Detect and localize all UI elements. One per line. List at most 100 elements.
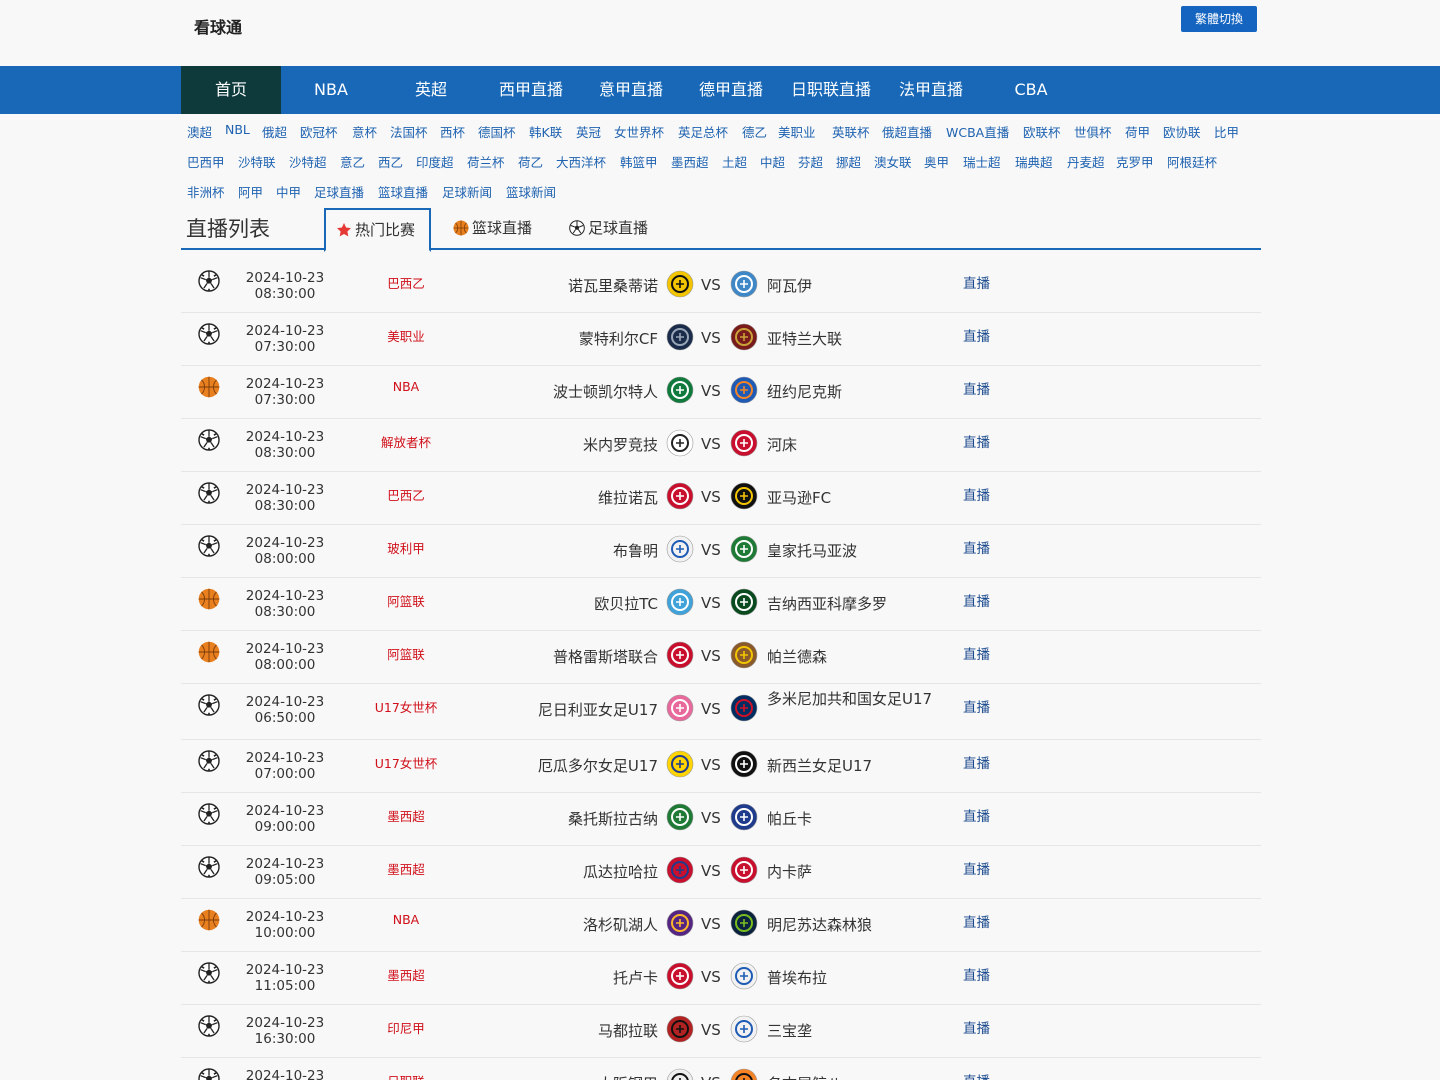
league-link[interactable]: 西乙 — [378, 152, 403, 171]
league-tag[interactable]: 日职联 — [361, 1071, 451, 1080]
league-link[interactable]: 法国杯 — [390, 122, 428, 141]
league-link[interactable]: 大西洋杯 — [556, 152, 606, 171]
league-link[interactable]: 瑞典超 — [1015, 152, 1053, 171]
league-link[interactable]: 墨西超 — [671, 152, 709, 171]
tab-basketball[interactable]: 篮球直播 — [443, 208, 532, 250]
league-tag[interactable]: U17女世杯 — [361, 697, 451, 716]
live-link[interactable]: 直播 — [963, 378, 990, 398]
live-link[interactable]: 直播 — [963, 1070, 990, 1080]
league-link[interactable]: 世俱杯 — [1074, 122, 1112, 141]
league-link[interactable]: 中甲 — [276, 182, 301, 201]
league-link[interactable]: 篮球新闻 — [506, 182, 556, 201]
league-link[interactable]: 比甲 — [1214, 122, 1239, 141]
league-link[interactable]: 瑞士超 — [963, 152, 1001, 171]
league-link[interactable]: 阿甲 — [238, 182, 263, 201]
nav-item-3[interactable]: 西甲直播 — [481, 66, 581, 114]
league-link[interactable]: 欧联杯 — [1023, 122, 1061, 141]
live-link[interactable]: 直播 — [963, 643, 990, 663]
league-link[interactable]: 俄超 — [262, 122, 287, 141]
league-link[interactable]: 意杯 — [352, 122, 377, 141]
league-link[interactable]: 印度超 — [416, 152, 454, 171]
league-tag[interactable]: 阿篮联 — [361, 591, 451, 610]
live-link[interactable]: 直播 — [963, 752, 990, 772]
league-tag[interactable]: U17女世杯 — [361, 753, 451, 772]
league-tag[interactable]: 美职业 — [361, 326, 451, 345]
live-link[interactable]: 直播 — [963, 325, 990, 345]
nav-item-5[interactable]: 德甲直播 — [681, 66, 781, 114]
league-link[interactable]: 韩篮甲 — [620, 152, 658, 171]
league-link[interactable]: 克罗甲 — [1116, 152, 1154, 171]
league-link[interactable]: 德乙 — [742, 122, 767, 141]
league-link[interactable]: 英足总杯 — [678, 122, 728, 141]
league-link[interactable]: 澳女联 — [874, 152, 912, 171]
league-link[interactable]: 德国杯 — [478, 122, 516, 141]
site-logo[interactable]: 看球通 — [194, 14, 242, 38]
league-link[interactable]: 土超 — [722, 152, 747, 171]
nav-item-0[interactable]: 首页 — [181, 66, 281, 114]
league-link[interactable]: 澳超 — [187, 122, 212, 141]
league-link[interactable]: 阿根廷杯 — [1167, 152, 1217, 171]
live-link[interactable]: 直播 — [963, 805, 990, 825]
league-link[interactable]: 足球直播 — [314, 182, 364, 201]
league-link[interactable]: 奥甲 — [924, 152, 949, 171]
league-link[interactable]: 荷甲 — [1125, 122, 1150, 141]
league-tag[interactable]: 巴西乙 — [361, 273, 451, 292]
league-link[interactable]: 丹麦超 — [1067, 152, 1105, 171]
league-link[interactable]: NBL — [225, 122, 250, 137]
traditional-chinese-toggle-button[interactable]: 繁體切換 — [1181, 6, 1257, 32]
league-link[interactable]: 西杯 — [440, 122, 465, 141]
league-link[interactable]: 荷乙 — [518, 152, 543, 171]
nav-item-2[interactable]: 英超 — [381, 66, 481, 114]
league-link[interactable]: 挪超 — [836, 152, 861, 171]
nav-item-1[interactable]: NBA — [281, 66, 381, 114]
live-link[interactable]: 直播 — [963, 484, 990, 504]
live-link[interactable]: 直播 — [963, 911, 990, 931]
league-link[interactable]: 沙特超 — [289, 152, 327, 171]
league-link[interactable]: 巴西甲 — [187, 152, 225, 171]
soccer-ball-icon — [198, 323, 220, 345]
league-link[interactable]: 意乙 — [340, 152, 365, 171]
league-link[interactable]: 美职业 — [778, 122, 816, 141]
league-tag[interactable]: 墨西超 — [361, 859, 451, 878]
live-link[interactable]: 直播 — [963, 964, 990, 984]
league-link[interactable]: 欧协联 — [1163, 122, 1201, 141]
league-tag[interactable]: 印尼甲 — [361, 1018, 451, 1037]
live-link[interactable]: 直播 — [963, 696, 990, 716]
league-link[interactable]: 英冠 — [576, 122, 601, 141]
away-team: 亚马逊FC — [767, 489, 832, 507]
league-tag[interactable]: 墨西超 — [361, 806, 451, 825]
league-link[interactable]: 沙特联 — [238, 152, 276, 171]
league-link[interactable]: 俄超直播 — [882, 122, 932, 141]
league-link[interactable]: 韩K联 — [529, 122, 562, 141]
live-link[interactable]: 直播 — [963, 590, 990, 610]
league-tag[interactable]: 巴西乙 — [361, 485, 451, 504]
league-tag[interactable]: NBA — [361, 379, 451, 394]
league-tag[interactable]: 阿篮联 — [361, 644, 451, 663]
league-link[interactable]: WCBA直播 — [946, 122, 1009, 141]
tab-hot-matches[interactable]: 热门比赛 — [324, 208, 431, 252]
league-link[interactable]: 荷兰杯 — [467, 152, 505, 171]
tab-football[interactable]: 足球直播 — [559, 208, 648, 250]
league-link[interactable]: 芬超 — [798, 152, 823, 171]
live-link[interactable]: 直播 — [963, 537, 990, 557]
league-tag[interactable]: NBA — [361, 912, 451, 927]
live-link[interactable]: 直播 — [963, 858, 990, 878]
league-link[interactable]: 篮球直播 — [378, 182, 428, 201]
live-link[interactable]: 直播 — [963, 431, 990, 451]
league-tag[interactable]: 墨西超 — [361, 965, 451, 984]
league-tag[interactable]: 解放者杯 — [361, 432, 451, 451]
live-link[interactable]: 直播 — [963, 1017, 990, 1037]
league-link[interactable]: 中超 — [760, 152, 785, 171]
nav-item-4[interactable]: 意甲直播 — [581, 66, 681, 114]
live-link[interactable]: 直播 — [963, 272, 990, 292]
nav-item-8[interactable]: CBA — [981, 66, 1081, 114]
league-link[interactable]: 女世界杯 — [614, 122, 664, 141]
away-team: 皇家托马亚波 — [767, 542, 858, 560]
league-tag[interactable]: 玻利甲 — [361, 538, 451, 557]
league-link[interactable]: 英联杯 — [832, 122, 870, 141]
league-link[interactable]: 欧冠杯 — [300, 122, 338, 141]
nav-item-7[interactable]: 法甲直播 — [881, 66, 981, 114]
league-link[interactable]: 足球新闻 — [442, 182, 492, 201]
nav-item-6[interactable]: 日职联直播 — [781, 66, 881, 114]
league-link[interactable]: 非洲杯 — [187, 182, 225, 201]
